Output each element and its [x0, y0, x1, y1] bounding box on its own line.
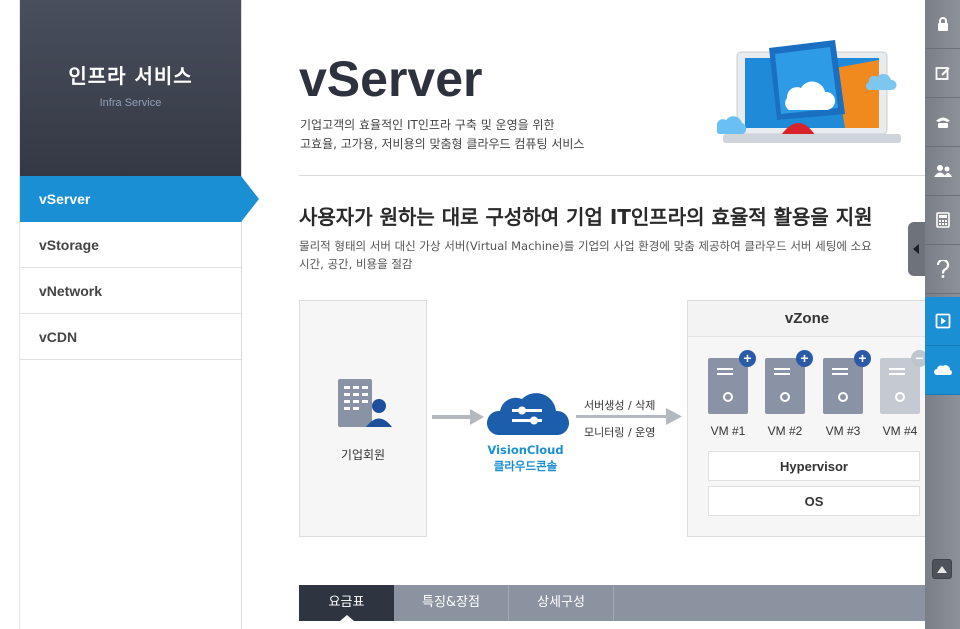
- description-line: 기업고객의 효율적인 IT인프라 구축 및 운영을 위한: [300, 118, 555, 132]
- lock-icon: [937, 17, 948, 31]
- chevron-left-icon: [913, 244, 919, 254]
- sidebar-title: 인프라 서비스: [68, 64, 193, 88]
- console-name: VisionCloud: [487, 443, 564, 457]
- server-icon: +: [708, 350, 756, 414]
- toolbar-lock[interactable]: [925, 0, 960, 49]
- scroll-top-button[interactable]: [932, 559, 952, 579]
- page-title: vServer: [299, 51, 483, 107]
- building-user-icon: [338, 379, 392, 427]
- vzone-box: vZone + VM #1 + VM #2 + VM #3 − VM #4 Hy…: [687, 300, 925, 537]
- section-body: 물리적 형태의 서버 대신 가상 서버(Virtual Machine)를 기업…: [299, 237, 925, 273]
- tab-bar: 요금표 특징&장점 상세구성: [299, 585, 925, 621]
- toolbar-presentation[interactable]: [925, 297, 960, 346]
- arrow-right-icon: [432, 409, 484, 425]
- arrow-label-monitor: 모니터링 / 운영: [584, 426, 656, 439]
- edit-icon: [935, 67, 950, 80]
- vm-item: − VM #4: [880, 350, 925, 438]
- presentation-icon: [935, 313, 950, 329]
- add-icon: +: [739, 350, 756, 367]
- hypervisor-layer: Hypervisor: [708, 451, 920, 481]
- server-icon: +: [823, 350, 871, 414]
- cloud-console-icon: [486, 393, 570, 435]
- tab-details[interactable]: 상세구성: [509, 585, 614, 621]
- console-label: VisionCloud 클라우드콘솔: [468, 442, 583, 474]
- cloud-icon: [933, 365, 952, 376]
- divider: [299, 175, 925, 176]
- vm-item: + VM #3: [823, 350, 871, 438]
- tab-pricing[interactable]: 요금표: [299, 585, 394, 621]
- calculator-icon: [935, 212, 950, 228]
- vm-label: VM #3: [825, 424, 861, 438]
- vm-label: VM #1: [710, 424, 746, 438]
- server-icon: −: [880, 350, 925, 414]
- sidebar-subtitle: Infra Service: [99, 97, 162, 109]
- toolbar-users[interactable]: [925, 147, 960, 196]
- sidebar-item-vcdn[interactable]: vCDN: [20, 314, 241, 360]
- sidebar: 인프라 서비스 Infra Service vServer vStorage v…: [19, 0, 259, 629]
- member-box: 기업회원: [299, 300, 427, 537]
- sidebar-item-vserver[interactable]: vServer: [20, 176, 259, 222]
- os-layer: OS: [708, 486, 920, 516]
- right-toolbar: [925, 0, 960, 629]
- arrow-right-icon: [576, 408, 682, 425]
- phone-icon: [935, 117, 950, 128]
- add-icon: +: [796, 350, 813, 367]
- toolbar-cloud[interactable]: [925, 346, 960, 395]
- collapse-toolbar-button[interactable]: [908, 222, 926, 276]
- console-sub: 클라우드콘솔: [493, 459, 558, 473]
- tab-features[interactable]: 특징&장점: [394, 585, 509, 621]
- add-icon: +: [854, 350, 871, 367]
- member-label: 기업회원: [340, 448, 386, 462]
- sidebar-header: 인프라 서비스 Infra Service: [20, 0, 241, 176]
- vm-label: VM #2: [767, 424, 803, 438]
- remove-icon: −: [911, 350, 925, 367]
- server-icon: +: [765, 350, 813, 414]
- vm-item: + VM #2: [765, 350, 813, 438]
- toolbar-calculator[interactable]: [925, 196, 960, 245]
- toolbar-phone[interactable]: [925, 98, 960, 147]
- toolbar-help[interactable]: [925, 245, 960, 294]
- triangle-up-icon: [937, 565, 947, 573]
- vm-item: + VM #1: [708, 350, 756, 438]
- body-line: 시간, 공간, 비용을 절감: [299, 257, 413, 271]
- body-line: 물리적 형태의 서버 대신 가상 서버(Virtual Machine)를 기업…: [299, 239, 872, 253]
- sidebar-item-vstorage[interactable]: vStorage: [20, 222, 241, 268]
- sidebar-item-vnetwork[interactable]: vNetwork: [20, 268, 241, 314]
- help-icon: [936, 260, 949, 278]
- toolbar-edit[interactable]: [925, 49, 960, 98]
- description-line: 고효율, 고가용, 저비용의 맞춤형 클라우드 컴퓨팅 서비스: [300, 137, 585, 151]
- main-content: vServer 기업고객의 효율적인 IT인프라 구축 및 운영을 위한 고효율…: [242, 0, 925, 629]
- section-headline: 사용자가 원하는 대로 구성하여 기업 IT인프라의 효율적 활용을 지원: [299, 205, 873, 229]
- vzone-title: vZone: [688, 301, 925, 337]
- product-description: 기업고객의 효율적인 IT인프라 구축 및 운영을 위한 고효율, 고가용, 저…: [300, 116, 584, 154]
- vm-label: VM #4: [882, 424, 918, 438]
- laptop-cloud-illustration: [717, 40, 901, 143]
- users-icon: [933, 165, 952, 177]
